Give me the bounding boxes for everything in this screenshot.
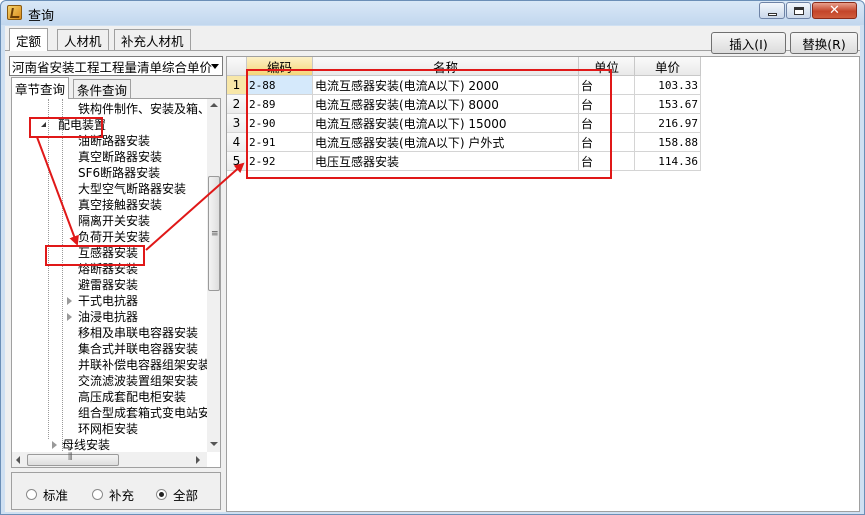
radio-supplement-label: 补充 [109, 488, 135, 503]
table-cell-price[interactable]: 114.36 [635, 152, 701, 171]
tree-item[interactable]: 组合型成套箱式变电站安装 [78, 405, 220, 421]
tree-item[interactable]: 隔离开关安装 [78, 213, 150, 229]
table-cell-n[interactable]: 5 [227, 152, 247, 171]
tree-item[interactable]: 铁构件制作、安装及箱、 [78, 101, 210, 117]
tree-item[interactable]: 干式电抗器 [78, 293, 138, 309]
maximize-icon [793, 6, 804, 15]
tree-item[interactable]: 避雷器安装 [78, 277, 138, 293]
table-cell-price[interactable]: 153.67 [635, 95, 701, 114]
chapter-tree: 铁构件制作、安装及箱、 配电装置 油断路器安装 真空断路器安装 SF6断路器安装… [11, 98, 221, 468]
annotation-box-transformer [45, 245, 145, 266]
close-button[interactable]: ✕ [812, 2, 857, 19]
tree-item[interactable]: 母线安装 [62, 437, 110, 453]
table-cell-price[interactable]: 158.88 [635, 133, 701, 152]
tab-chapter-query[interactable]: 章节查询 [11, 77, 70, 99]
scroll-up-icon[interactable] [210, 103, 218, 107]
radio-all-label: 全部 [173, 488, 199, 503]
library-select-value: 河南省安装工程工程量清单综合单价 [12, 59, 213, 75]
tab-supplementary-lmm[interactable]: 补充人材机 [114, 29, 191, 50]
vertical-scrollbar[interactable]: ≡ [207, 99, 220, 452]
insert-button[interactable]: 插入(I) [711, 32, 786, 54]
expand-arrow-icon[interactable] [67, 297, 72, 305]
tree-item[interactable]: 负荷开关安装 [78, 229, 150, 245]
tree-guide-line [62, 99, 63, 451]
minimize-icon [767, 12, 777, 16]
maximize-button[interactable] [786, 2, 811, 19]
scroll-grip-icon: ≡ [211, 229, 219, 239]
table-cell-price[interactable]: 103.33 [635, 76, 701, 95]
replace-button[interactable]: 替换(R) [790, 32, 858, 54]
close-icon: ✕ [829, 3, 840, 18]
scroll-down-icon[interactable] [210, 442, 218, 446]
annotation-box-power-distribution [29, 117, 103, 138]
column-header-price[interactable]: 单价 [635, 57, 701, 76]
radio-supplement-dot[interactable] [92, 489, 103, 500]
tree-item[interactable]: 移相及串联电容器安装 [78, 325, 198, 341]
expand-arrow-icon[interactable] [67, 313, 72, 321]
expand-arrow-icon[interactable] [52, 441, 57, 449]
corner-header [227, 57, 247, 76]
dropdown-arrow-icon[interactable] [211, 64, 219, 69]
tab-labor-material-machine[interactable]: 人材机 [57, 29, 109, 50]
radio-standard[interactable]: 标准 [26, 485, 68, 504]
tree-item[interactable]: 集合式并联电容器安装 [78, 341, 198, 357]
app-icon [7, 5, 22, 20]
table-cell-price[interactable]: 216.97 [635, 114, 701, 133]
tree-guide-line [48, 99, 49, 439]
vertical-scroll-thumb[interactable]: ≡ [208, 176, 220, 291]
table-cell-n[interactable]: 2 [227, 95, 247, 114]
library-select[interactable]: 河南省安装工程工程量清单综合单价 [9, 56, 223, 76]
tab-condition-query[interactable]: 条件查询 [73, 79, 132, 99]
radio-all[interactable]: 全部 [156, 485, 198, 504]
tree-item[interactable]: 高压成套配电柜安装 [78, 389, 186, 405]
scroll-left-icon[interactable] [16, 456, 20, 464]
scroll-right-icon[interactable] [196, 456, 200, 464]
tree-item[interactable]: 并联补偿电容器组架安装 [78, 357, 210, 373]
tree-item[interactable]: 大型空气断路器安装 [78, 181, 186, 197]
annotation-box-results [246, 69, 612, 179]
tree-item[interactable]: 交流滤波装置组架安装 [78, 373, 198, 389]
radio-standard-dot[interactable] [26, 489, 37, 500]
table-cell-n[interactable]: 4 [227, 133, 247, 152]
radio-supplement[interactable]: 补充 [92, 485, 134, 504]
tab-quota[interactable]: 定额 [9, 28, 49, 51]
tree-item[interactable]: 环网柜安装 [78, 421, 138, 437]
tree-item[interactable]: 真空断路器安装 [78, 149, 162, 165]
radio-all-dot[interactable] [156, 489, 167, 500]
tree-item[interactable]: SF6断路器安装 [78, 165, 160, 181]
title-bar: 查询 ✕ [1, 1, 864, 25]
table-cell-n[interactable]: 1 [227, 76, 247, 95]
window-title: 查询 [28, 9, 55, 24]
horizontal-scroll-thumb[interactable]: ⦀ [27, 452, 119, 466]
tree-item[interactable]: 油浸电抗器 [78, 309, 138, 325]
radio-standard-label: 标准 [43, 488, 69, 503]
filter-radio-group: 标准 补充 全部 [11, 472, 221, 510]
minimize-button[interactable] [759, 2, 785, 19]
horizontal-scrollbar[interactable]: ⦀ [12, 452, 207, 467]
table-cell-n[interactable]: 3 [227, 114, 247, 133]
scroll-grip-icon: ⦀ [68, 452, 73, 463]
tree-item[interactable]: 真空接触器安装 [78, 197, 162, 213]
